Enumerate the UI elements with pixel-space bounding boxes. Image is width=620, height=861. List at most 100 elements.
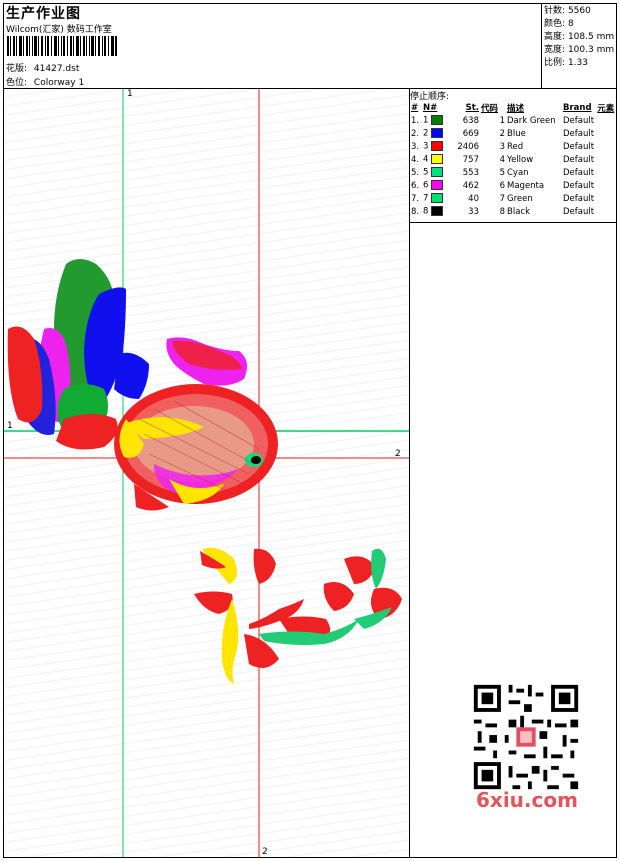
row-stitches: 638	[462, 115, 479, 126]
page-title: 生产作业图	[6, 6, 81, 22]
col-element: 元素	[597, 103, 615, 114]
row-stitches: 553	[462, 167, 479, 178]
row-desc: Black	[507, 206, 530, 217]
row-brand: Default	[563, 167, 595, 178]
stat-colors: 颜色: 8	[544, 19, 574, 29]
color-swatch	[431, 154, 444, 165]
color-swatch	[431, 141, 444, 152]
col-desc: 描述	[507, 103, 525, 114]
colorway-label: 色位:	[6, 78, 28, 88]
color-sequence-table: # N# St. 代码 描述 Brand 元素 1. 1 638 1 Dark Gre…	[410, 101, 616, 218]
col-code: 代码	[481, 103, 499, 114]
design-file-name: 41427.dst	[33, 64, 80, 74]
row-brand: Default	[563, 180, 595, 191]
stat-width: 宽度: 100.3 mm	[544, 45, 615, 55]
table-row: 6. 6 462 6 Magenta Default	[410, 179, 616, 192]
color-swatch	[431, 167, 444, 178]
row-code: 1	[499, 115, 505, 126]
row-desc: Dark Green	[507, 115, 556, 126]
colorway-row: 色位: Colorway 1	[6, 75, 84, 88]
row-index: 2.	[411, 128, 420, 139]
row-stitches: 40	[468, 193, 479, 204]
row-index: 1.	[411, 115, 420, 126]
row-stitches: 757	[462, 154, 479, 165]
table-row: 1. 1 638 1 Dark Green Default	[410, 114, 616, 127]
row-desc: Blue	[507, 128, 526, 139]
row-stitches: 33	[468, 206, 479, 217]
row-element	[596, 205, 616, 218]
row-desc: Yellow	[507, 154, 534, 165]
row-seq: 6	[422, 179, 448, 192]
stats-divider	[541, 3, 542, 88]
row-element	[596, 192, 616, 205]
row-element	[596, 166, 616, 179]
row-index: 7.	[411, 193, 420, 204]
colorway-name: Colorway 1	[33, 78, 85, 88]
row-brand: Default	[563, 141, 595, 152]
row-seq: 4	[422, 153, 448, 166]
row-seq: 3	[422, 140, 448, 153]
color-swatch	[431, 193, 444, 204]
row-stitches: 2406	[457, 141, 479, 152]
table-row: 8. 8 33 8 Black Default	[410, 205, 616, 218]
row-element	[596, 179, 616, 192]
table-row: 3. 3 2406 3 Red Default	[410, 140, 616, 153]
table-row: 4. 4 757 4 Yellow Default	[410, 153, 616, 166]
row-seq: 7	[422, 192, 448, 205]
row-element	[596, 127, 616, 140]
row-brand: Default	[563, 128, 595, 139]
row-index: 3.	[411, 141, 420, 152]
row-index: 5.	[411, 167, 420, 178]
row-code: 3	[499, 141, 505, 152]
row-stitches: 462	[462, 180, 479, 191]
table-row: 5. 5 553 5 Cyan Default	[410, 166, 616, 179]
table-header-row: # N# St. 代码 描述 Brand 元素	[410, 101, 616, 114]
row-element	[596, 114, 616, 127]
row-index: 6.	[411, 180, 420, 191]
stat-height: 高度: 108.5 mm	[544, 32, 615, 42]
guide-label-top: 1	[127, 89, 133, 99]
row-seq: 2	[422, 127, 448, 140]
row-desc: Red	[507, 141, 524, 152]
barcode	[7, 36, 117, 56]
row-brand: Default	[563, 115, 595, 126]
studio-name: Wilcom(汇家) 数码工作室	[6, 25, 112, 35]
table-divider	[409, 222, 617, 223]
stat-stitches: 针数: 5560	[544, 6, 591, 16]
row-stitches: 669	[462, 128, 479, 139]
col-index: #	[411, 102, 419, 113]
row-code: 4	[499, 154, 505, 165]
row-desc: Magenta	[507, 180, 545, 191]
row-index: 4.	[411, 154, 420, 165]
row-desc: Cyan	[507, 167, 529, 178]
color-swatch	[431, 206, 444, 217]
row-brand: Default	[563, 193, 595, 204]
row-code: 2	[499, 128, 505, 139]
guide-label-right: 2	[395, 449, 401, 459]
row-seq: 5	[422, 166, 448, 179]
embroidery-design	[4, 89, 409, 857]
qr-code	[470, 681, 582, 793]
row-element	[596, 153, 616, 166]
design-stats: 针数: 5560 颜色: 8 高度: 108.5 mm 宽度: 100.3 mm…	[544, 5, 616, 70]
table-row: 7. 7 40 7 Green Default	[410, 192, 616, 205]
col-brand: Brand	[563, 102, 592, 113]
row-index: 8.	[411, 206, 420, 217]
stat-scale: 比例: 1.33	[544, 58, 588, 68]
col-stitches: St.	[465, 102, 479, 113]
col-seq: N#	[423, 102, 438, 113]
row-code: 8	[499, 206, 505, 217]
row-code: 7	[499, 193, 505, 204]
row-brand: Default	[563, 154, 595, 165]
row-code: 6	[499, 180, 505, 191]
row-seq: 1	[422, 114, 448, 127]
color-swatch	[431, 115, 444, 126]
watermark: 6xiu.com	[476, 788, 578, 812]
row-seq: 8	[422, 205, 448, 218]
color-swatch	[431, 180, 444, 191]
guide-label-bottom: 2	[262, 847, 268, 857]
row-desc: Green	[507, 193, 533, 204]
table-row: 2. 2 669 2 Blue Default	[410, 127, 616, 140]
guide-label-left: 1	[7, 421, 13, 431]
row-element	[596, 140, 616, 153]
